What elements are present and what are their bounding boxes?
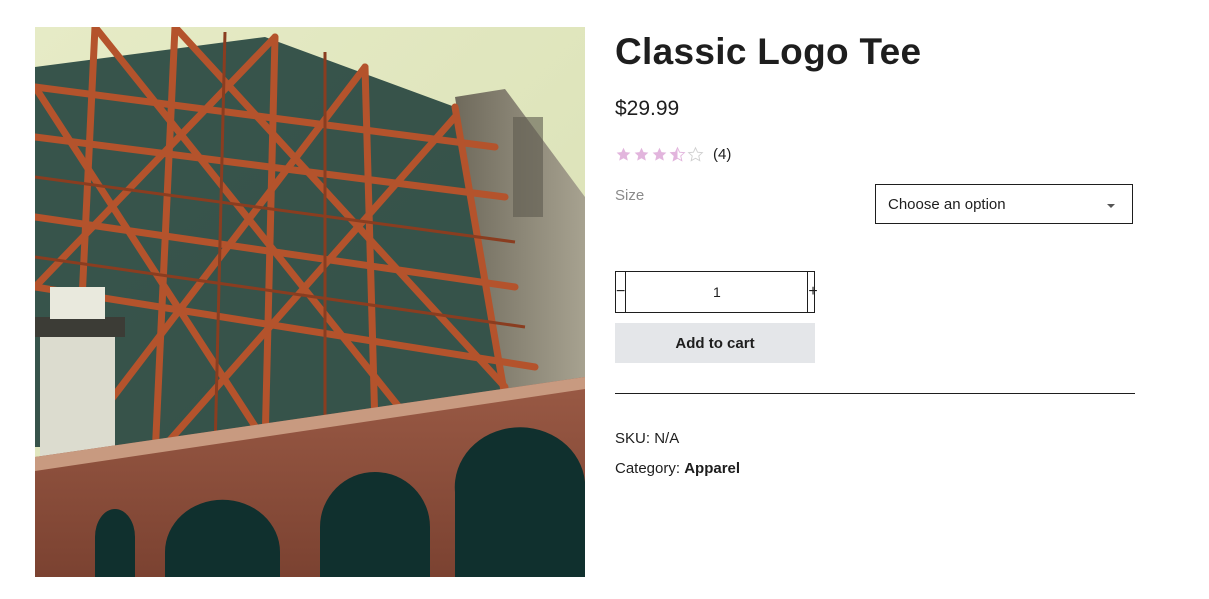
review-count[interactable]: (4)	[713, 146, 731, 163]
chevron-down-icon	[1107, 204, 1115, 208]
star-half-icon	[669, 146, 686, 163]
sku-line: SKU: N/A	[615, 430, 679, 447]
product-price: $29.99	[615, 97, 680, 120]
sku-value: N/A	[654, 430, 680, 447]
quantity-input[interactable]	[626, 272, 808, 312]
divider	[615, 393, 1135, 394]
size-select-value: Choose an option	[888, 195, 1006, 213]
add-to-cart-button[interactable]: Add to cart	[615, 323, 815, 363]
product-image[interactable]	[35, 27, 585, 577]
size-select[interactable]: Choose an option	[875, 184, 1133, 224]
sku-label: SKU:	[615, 430, 651, 447]
star-full-icon	[633, 146, 650, 163]
product-title: Classic Logo Tee	[615, 31, 922, 72]
star-full-icon	[615, 146, 632, 163]
product-page: Classic Logo Tee $29.99 (4) Size Choose …	[0, 0, 1209, 599]
size-label: Size	[615, 187, 645, 204]
category-label: Category:	[615, 460, 681, 477]
quantity-stepper: − +	[615, 271, 818, 313]
quantity-increase-button[interactable]: +	[807, 272, 818, 312]
star-full-icon	[651, 146, 668, 163]
category-link[interactable]: Apparel	[684, 460, 740, 477]
quantity-decrease-button[interactable]: −	[616, 272, 627, 312]
star-empty-icon	[687, 146, 704, 163]
star-rating[interactable]: (4)	[615, 144, 731, 164]
category-line: Category: Apparel	[615, 460, 740, 477]
stars	[615, 146, 704, 163]
